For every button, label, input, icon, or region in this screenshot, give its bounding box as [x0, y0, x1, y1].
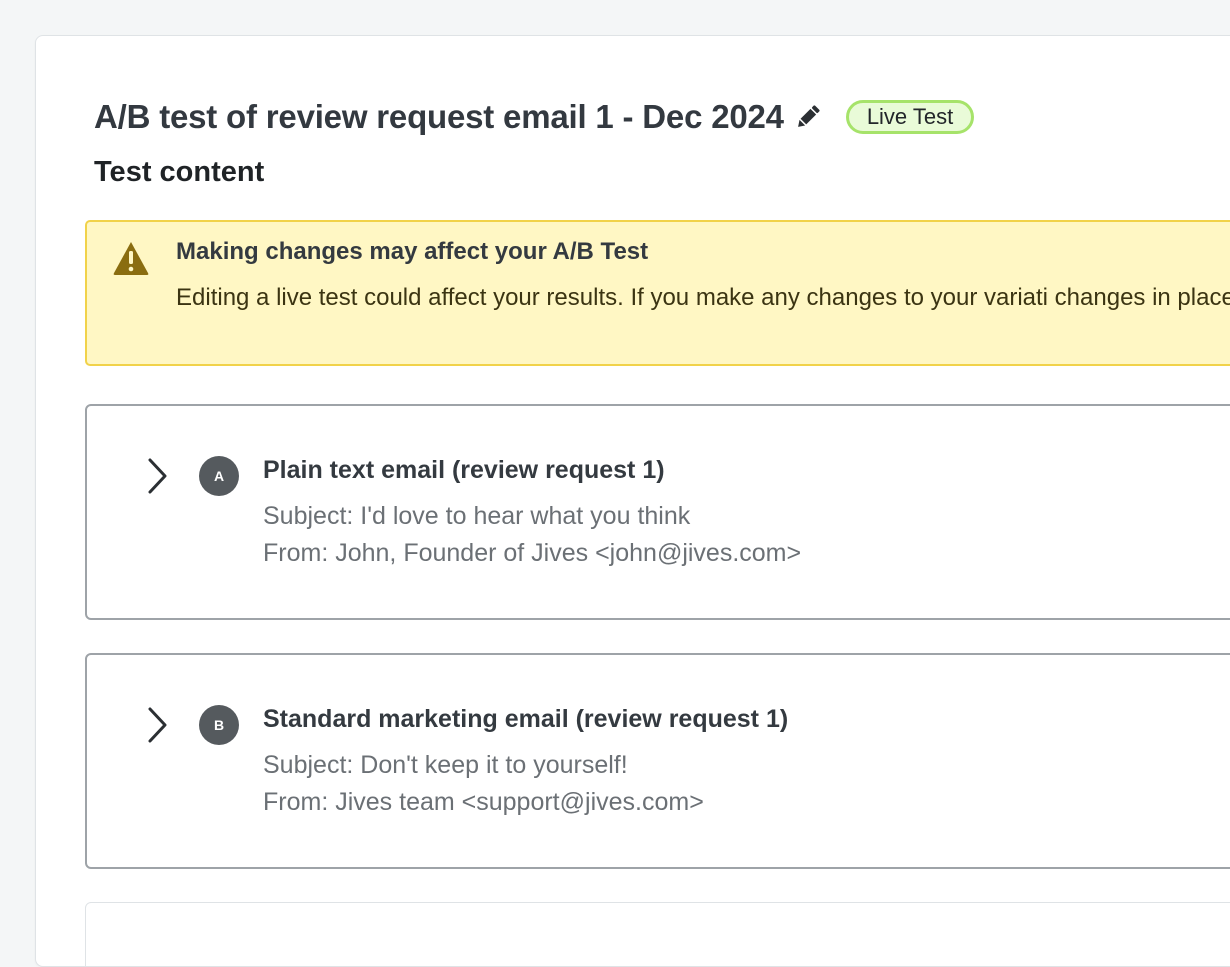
expand-variant-b-button[interactable] — [143, 705, 171, 745]
variant-a-avatar: A — [199, 456, 239, 496]
page-title: A/B test of review request email 1 - Dec… — [94, 98, 784, 135]
test-content-heading: Test content — [94, 156, 265, 188]
warning-body: Editing a live test could affect your re… — [176, 284, 1230, 311]
chevron-right-icon — [148, 707, 167, 743]
ab-test-panel: A/B test of review request email 1 - Dec… — [35, 35, 1230, 967]
title-row: A/B test of review request email 1 - Dec… — [94, 94, 975, 140]
variant-card-b[interactable]: B Standard marketing email (review reque… — [85, 653, 1230, 869]
variant-b-subject: Subject: Don't keep it to yourself! — [263, 751, 628, 779]
expand-variant-a-button[interactable] — [143, 456, 171, 496]
live-test-badge: Live Test — [845, 100, 975, 134]
edit-title-button[interactable] — [792, 101, 824, 133]
warning-triangle-icon — [113, 242, 149, 275]
variant-card-a[interactable]: A Plain text email (review request 1) Su… — [85, 404, 1230, 620]
variant-b-name: Standard marketing email (review request… — [263, 705, 789, 733]
variant-card-partial — [85, 902, 1230, 966]
pencil-icon — [797, 105, 820, 127]
variant-a-subject: Subject: I'd love to hear what you think — [263, 502, 691, 530]
warning-banner: Making changes may affect your A/B Test … — [85, 220, 1230, 366]
variant-a-name: Plain text email (review request 1) — [263, 456, 665, 484]
variant-a-from: From: John, Founder of Jives <john@jives… — [263, 539, 802, 567]
warning-title: Making changes may affect your A/B Test — [176, 238, 649, 265]
variant-b-avatar: B — [199, 705, 239, 745]
variant-b-from: From: Jives team <support@jives.com> — [263, 788, 704, 816]
chevron-right-icon — [148, 458, 167, 494]
